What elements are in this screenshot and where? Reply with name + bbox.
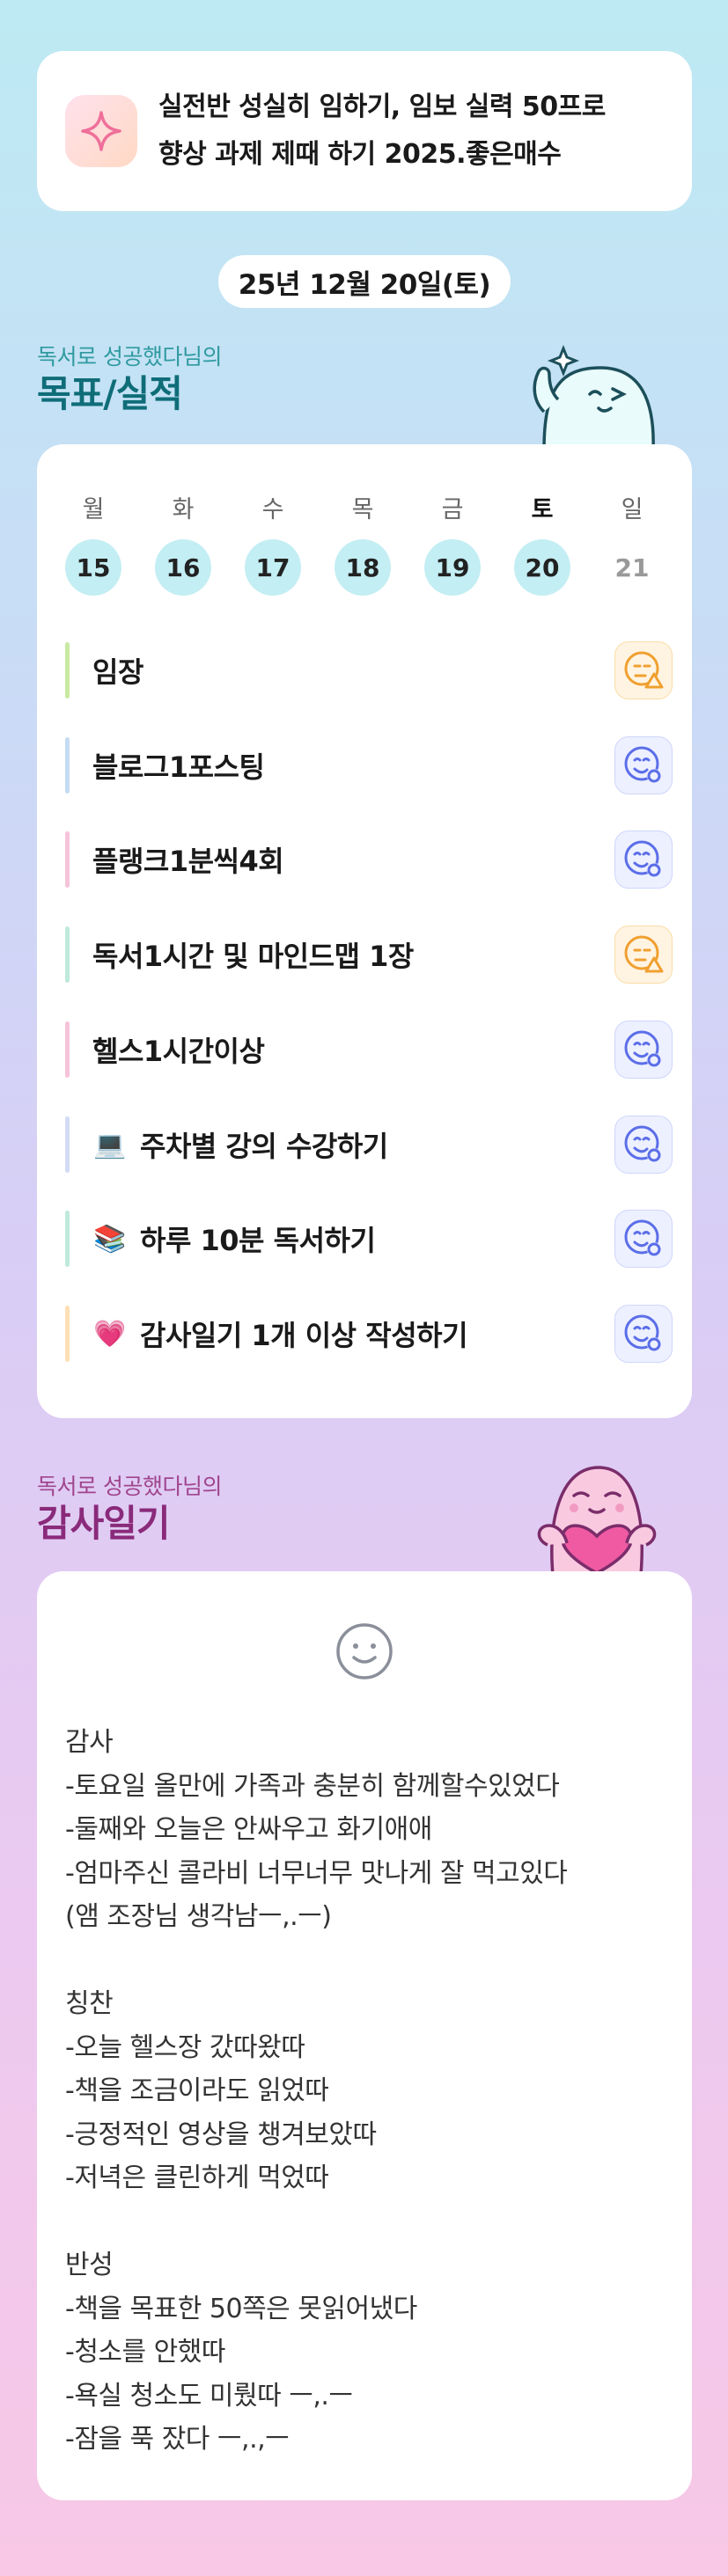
status-done-icon[interactable] — [614, 1116, 673, 1174]
diary-card: 감사 -토요일 올만에 가족과 충분히 함께할수있었다 -둘째와 오늘은 안싸우… — [37, 1571, 692, 2500]
weekday-label: 금 — [441, 496, 464, 523]
goal-item[interactable]: 💗 감사일기 1개 이상 작성하기 — [65, 1300, 673, 1367]
goal-emoji: 📚 — [93, 1223, 127, 1255]
smile-icon[interactable] — [335, 1622, 393, 1680]
day-21[interactable]: 21 — [604, 539, 660, 596]
weekday-label: 월 — [82, 496, 105, 523]
status-warning-icon[interactable] — [614, 926, 673, 984]
day-18[interactable]: 18 — [335, 539, 391, 596]
diary-section-title: 감사일기 — [37, 1502, 171, 1545]
goal-label: 하루 10분 독서하기 — [140, 1224, 376, 1257]
banner-text: 실전반 성실히 임하기, 임보 실력 50프로 향상 과제 제때 하기 2025… — [158, 84, 606, 179]
date-label[interactable]: 25년 12월 20일(토) — [218, 255, 511, 308]
weekday-label: 수 — [261, 496, 284, 523]
goal-color-bar — [65, 926, 70, 983]
goal-label: 주차별 강의 수강하기 — [140, 1130, 388, 1163]
goal-emoji: 💻 — [93, 1129, 127, 1160]
diary-text: 감사 -토요일 올만에 가족과 충분히 함께할수있었다 -둘째와 오늘은 안싸우… — [65, 1727, 568, 2455]
pink-heart-mascot — [537, 1466, 657, 1575]
goal-color-bar — [65, 1021, 70, 1078]
goal-emoji: 💗 — [93, 1318, 127, 1350]
goal-label: 헬스1시간이상 — [92, 1035, 265, 1068]
sparkle-icon — [65, 95, 137, 167]
goal-item[interactable]: 임장 — [65, 637, 673, 704]
mint-ghost-mascot — [533, 344, 655, 450]
goal-color-bar — [65, 1306, 70, 1362]
weekday-label: 목 — [351, 496, 374, 523]
goal-color-bar — [65, 831, 70, 888]
goal-item[interactable]: 💻 주차별 강의 수강하기 — [65, 1111, 673, 1178]
status-done-icon[interactable] — [614, 736, 673, 794]
day-19[interactable]: 19 — [424, 539, 481, 596]
goal-label: 플랭크1분씩4회 — [92, 845, 284, 878]
goal-color-bar — [65, 642, 70, 699]
banner-line-2: 향상 과제 제때 하기 2025.좋은매수 — [158, 139, 562, 170]
goal-color-bar — [65, 1116, 70, 1173]
goal-label: 블로그1포스팅 — [92, 750, 265, 784]
goal-item[interactable]: 독서1시간 및 마인드맵 1장 — [65, 921, 673, 988]
goal-label: 독서1시간 및 마인드맵 1장 — [92, 940, 414, 973]
goals-section-title: 목표/실적 — [37, 372, 183, 415]
day-17[interactable]: 17 — [245, 539, 301, 596]
status-done-icon[interactable] — [614, 1210, 673, 1268]
day-20[interactable]: 20 — [514, 539, 570, 596]
goal-item[interactable]: 블로그1포스팅 — [65, 732, 673, 799]
banner-line-1: 실전반 성실히 임하기, 임보 실력 50프로 — [158, 91, 606, 122]
status-done-icon[interactable] — [614, 1305, 673, 1363]
day-15[interactable]: 15 — [65, 539, 121, 596]
status-done-icon[interactable] — [614, 831, 673, 889]
goal-item[interactable]: 헬스1시간이상 — [65, 1016, 673, 1083]
goal-item[interactable]: 📚 하루 10분 독서하기 — [65, 1205, 673, 1272]
goal-color-bar — [65, 737, 70, 794]
goal-label: 임장 — [92, 655, 143, 689]
status-done-icon[interactable] — [614, 1021, 673, 1079]
goal-label: 감사일기 1개 이상 작성하기 — [140, 1319, 468, 1352]
goal-banner: 실전반 성실히 임하기, 임보 실력 50프로 향상 과제 제때 하기 2025… — [37, 51, 692, 211]
goal-color-bar — [65, 1211, 70, 1267]
weekday-label: 화 — [172, 496, 195, 523]
goals-card: 월 15 화 16 수 17 목 18 금 19 토 20 일 21 임장블로그1포스팅플랭크1분씩4회독… — [37, 444, 692, 1418]
weekday-label: 토 — [531, 496, 554, 523]
goal-item[interactable]: 플랭크1분씩4회 — [65, 826, 673, 893]
status-warning-icon[interactable] — [614, 641, 673, 699]
day-16[interactable]: 16 — [155, 539, 211, 596]
weekday-label: 일 — [621, 496, 643, 523]
